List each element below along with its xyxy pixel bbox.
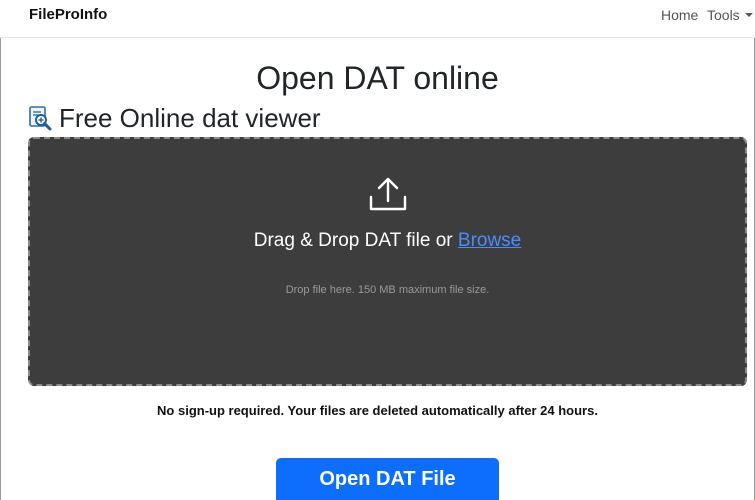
browse-link[interactable]: Browse bbox=[458, 230, 521, 251]
subtitle-row: Free Online dat viewer bbox=[27, 102, 321, 134]
brand-logo-link[interactable]: FileProInfo bbox=[29, 6, 107, 23]
top-navbar: FileProInfo Home Tools bbox=[0, 0, 755, 38]
caret-down-icon bbox=[744, 13, 753, 17]
page-subtitle: Free Online dat viewer bbox=[59, 103, 321, 133]
nav-home-link[interactable]: Home bbox=[661, 7, 698, 23]
privacy-notice: No sign-up required. Your files are dele… bbox=[157, 403, 598, 418]
magnifier-document-icon bbox=[29, 106, 52, 131]
nav-tools-dropdown[interactable]: Tools bbox=[707, 7, 753, 23]
dropzone-text-row: Drag & Drop DAT file or Browse bbox=[30, 229, 745, 253]
file-dropzone[interactable]: Drag & Drop DAT file or Browse Drop file… bbox=[28, 137, 747, 386]
upload-icon bbox=[369, 177, 407, 211]
nav-tools-label: Tools bbox=[707, 7, 740, 23]
dropzone-hint: Drop file here. 150 MB maximum file size… bbox=[285, 284, 490, 296]
open-file-button[interactable]: Open DAT File bbox=[276, 458, 499, 500]
page-title: Open DAT online bbox=[256, 60, 499, 96]
dropzone-instruction: Drag & Drop DAT file or bbox=[253, 230, 453, 251]
